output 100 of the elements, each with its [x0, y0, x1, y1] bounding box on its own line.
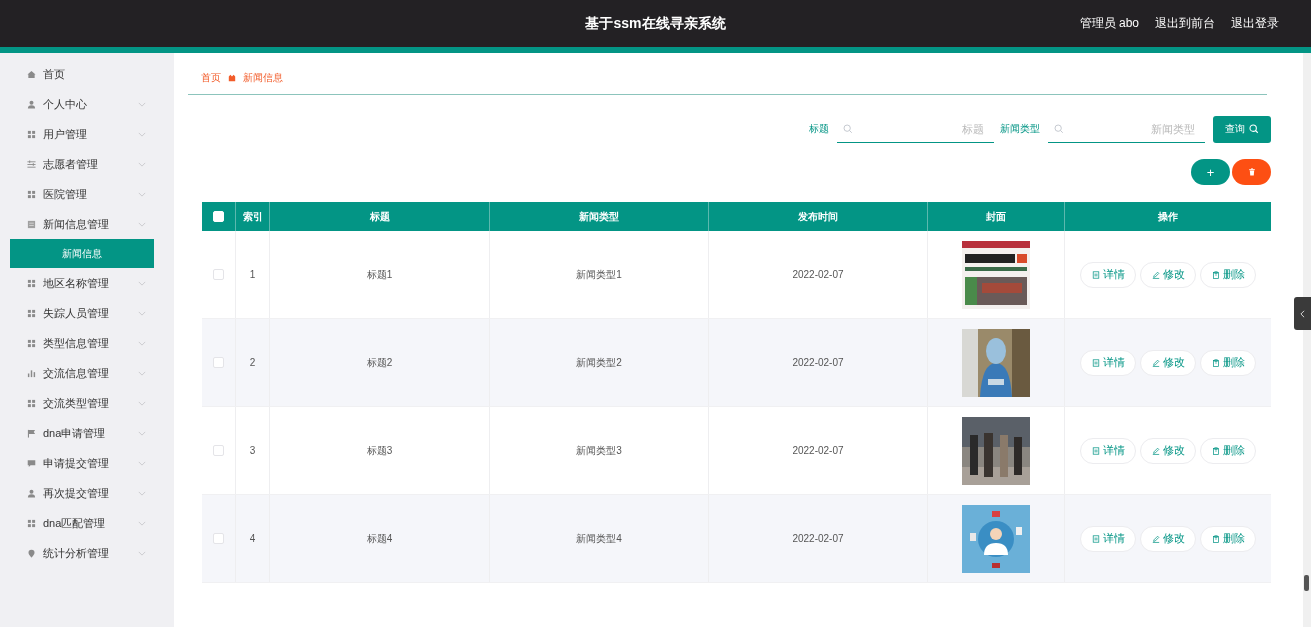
chevron-down-icon — [138, 550, 146, 556]
sidebar-label: 申请提交管理 — [43, 455, 110, 471]
select-all-checkbox[interactable] — [213, 211, 224, 222]
doc-icon — [27, 219, 36, 229]
table-cell: 标题1 — [366, 267, 393, 282]
search-label: 标题 — [809, 122, 829, 136]
chevron-down-icon — [138, 280, 146, 286]
sidebar-label: 交流信息管理 — [43, 365, 110, 381]
sidebar-item[interactable]: 统计分析管理 — [0, 538, 174, 568]
search-field[interactable]: 新闻类型 — [1064, 121, 1205, 136]
sidebar-item[interactable]: 再次提交管理 — [0, 478, 174, 508]
row-action-button[interactable]: 删除 — [1200, 261, 1256, 288]
sidebar-item[interactable]: 志愿者管理 — [0, 149, 174, 179]
list-icon — [1091, 270, 1100, 279]
sliders-icon — [27, 159, 36, 169]
pencil-icon — [1151, 270, 1160, 279]
row-checkbox[interactable] — [213, 445, 224, 456]
delete-button[interactable] — [1232, 159, 1271, 185]
row-checkbox[interactable] — [213, 533, 224, 544]
row-action-button[interactable]: 详情 — [1080, 437, 1136, 464]
chevron-down-icon — [138, 370, 146, 376]
list-icon — [1091, 534, 1100, 543]
row-action-button[interactable]: 修改 — [1140, 349, 1196, 376]
pencil-icon — [1151, 358, 1160, 367]
top-link[interactable]: 退出登录 — [1231, 15, 1279, 32]
table-cell: 新闻类型4 — [576, 531, 622, 546]
sidebar-item[interactable]: 交流类型管理 — [0, 388, 174, 418]
pencil-icon — [1151, 446, 1160, 455]
chevron-down-icon — [138, 490, 146, 496]
table-cell: 2 — [249, 357, 256, 368]
table-cell: 2022-02-07 — [792, 269, 844, 280]
grid-icon — [27, 338, 36, 348]
chevron-left-icon — [1300, 309, 1305, 318]
row-checkbox[interactable] — [213, 269, 224, 280]
chevron-down-icon — [138, 221, 146, 227]
crumb-separator-icon — [228, 73, 236, 82]
grid-icon — [27, 278, 36, 288]
table-cell: 2022-02-07 — [792, 357, 844, 368]
sidebar-label: 失踪人员管理 — [43, 305, 110, 321]
side-panel-handle[interactable] — [1294, 297, 1311, 330]
column-header: 操作 — [1157, 209, 1179, 224]
flag-icon — [27, 428, 36, 438]
scrollbar[interactable] — [1303, 53, 1311, 627]
table-cell: 标题4 — [366, 531, 393, 546]
system-title: 基于ssm在线寻亲系统 — [585, 14, 726, 33]
submenu-item[interactable]: 新闻信息 — [10, 239, 154, 268]
table-cell: 标题3 — [366, 443, 393, 458]
sidebar-item[interactable]: 类型信息管理 — [0, 328, 174, 358]
list-icon — [1091, 358, 1100, 367]
admin-name: 管理员 abo — [1079, 15, 1139, 32]
sidebar-item[interactable]: 新闻信息管理 — [0, 209, 174, 239]
search-field[interactable]: 标题 — [853, 121, 994, 136]
sidebar-item[interactable]: 交流信息管理 — [0, 358, 174, 388]
sidebar-label: dna申请管理 — [43, 425, 107, 441]
sidebar-label: 统计分析管理 — [43, 545, 110, 561]
row-action-button[interactable]: 修改 — [1140, 261, 1196, 288]
row-action-button[interactable]: 修改 — [1140, 525, 1196, 552]
list-icon — [1091, 446, 1100, 455]
home-icon — [27, 69, 36, 79]
sidebar-label: 医院管理 — [43, 186, 88, 202]
sidebar-label: 交流类型管理 — [43, 395, 110, 411]
sidebar-item[interactable]: dna匹配管理 — [0, 508, 174, 538]
sidebar-item[interactable]: 申请提交管理 — [0, 448, 174, 478]
row-action-button[interactable]: 修改 — [1140, 437, 1196, 464]
row-action-button[interactable]: 详情 — [1080, 349, 1136, 376]
sidebar-label: 再次提交管理 — [43, 485, 110, 501]
query-button[interactable]: 查询 — [1213, 115, 1271, 143]
sidebar-item[interactable]: 首页 — [0, 59, 174, 89]
row-action-button[interactable]: 详情 — [1080, 261, 1136, 288]
table-cell: 4 — [249, 533, 256, 544]
chevron-down-icon — [138, 520, 146, 526]
search-label: 新闻类型 — [1000, 122, 1040, 136]
pencil-icon — [1151, 534, 1160, 543]
row-action-button[interactable]: 详情 — [1080, 525, 1136, 552]
sidebar-item[interactable]: 地区名称管理 — [0, 268, 174, 298]
top-link[interactable]: 退出到前台 — [1155, 15, 1215, 32]
row-checkbox[interactable] — [213, 357, 224, 368]
clipboard-icon — [1211, 270, 1220, 279]
chevron-down-icon — [138, 430, 146, 436]
grid-icon — [27, 189, 36, 199]
sidebar-label: 类型信息管理 — [43, 335, 110, 351]
add-button[interactable]: + — [1191, 159, 1230, 185]
sidebar-item[interactable]: dna申请管理 — [0, 418, 174, 448]
table-cell: 新闻类型3 — [576, 443, 622, 458]
row-action-button[interactable]: 删除 — [1200, 525, 1256, 552]
sidebar-item[interactable]: 用户管理 — [0, 119, 174, 149]
row-action-button[interactable]: 删除 — [1200, 349, 1256, 376]
bars-icon — [27, 368, 36, 378]
search-icon — [1054, 123, 1064, 134]
sidebar-item[interactable]: 失踪人员管理 — [0, 298, 174, 328]
sidebar-item[interactable]: 医院管理 — [0, 179, 174, 209]
user-icon — [27, 99, 36, 109]
sidebar-item[interactable]: 个人中心 — [0, 89, 174, 119]
grid-icon — [27, 129, 36, 139]
clipboard-icon — [1211, 534, 1220, 543]
chevron-down-icon — [138, 191, 146, 197]
row-action-button[interactable]: 删除 — [1200, 437, 1256, 464]
table-cell: 3 — [249, 445, 256, 456]
clipboard-icon — [1211, 358, 1220, 367]
trash-icon — [1247, 168, 1256, 176]
